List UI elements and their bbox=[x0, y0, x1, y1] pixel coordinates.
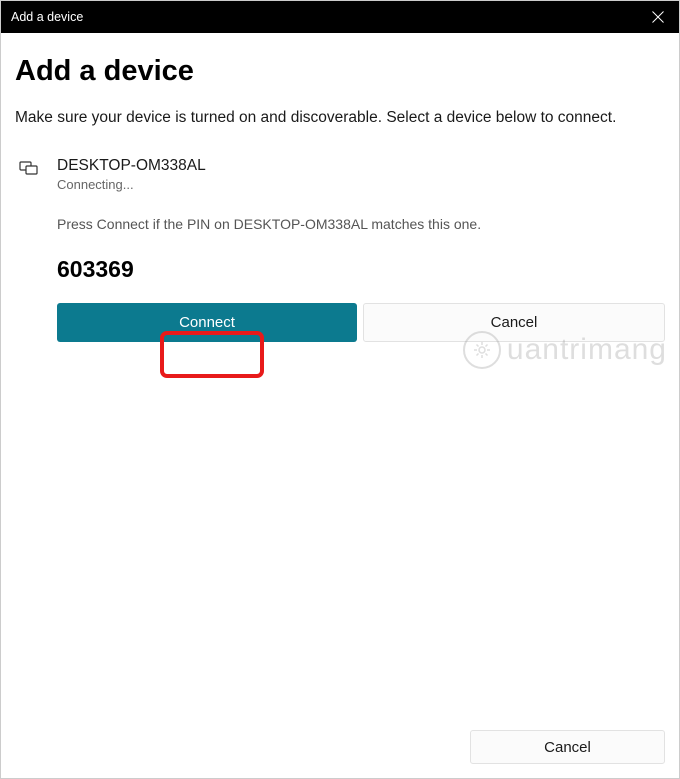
cancel-button[interactable]: Cancel bbox=[363, 303, 665, 342]
footer-cancel-button[interactable]: Cancel bbox=[470, 730, 665, 764]
close-button[interactable] bbox=[637, 1, 679, 33]
connect-button[interactable]: Connect bbox=[57, 303, 357, 342]
pin-code: 603369 bbox=[57, 256, 665, 283]
dialog-footer: Cancel bbox=[470, 730, 665, 764]
close-icon bbox=[652, 11, 664, 23]
titlebar: Add a device bbox=[1, 1, 679, 33]
pin-instruction: Press Connect if the PIN on DESKTOP-OM33… bbox=[57, 216, 665, 232]
device-info: DESKTOP-OM338AL Connecting... Press Conn… bbox=[57, 157, 665, 342]
dialog-content: Add a device Make sure your device is tu… bbox=[1, 33, 679, 342]
page-title: Add a device bbox=[15, 55, 665, 88]
page-subheading: Make sure your device is turned on and d… bbox=[15, 106, 665, 129]
device-name: DESKTOP-OM338AL bbox=[57, 157, 665, 175]
button-row: Connect Cancel bbox=[57, 303, 665, 342]
titlebar-title: Add a device bbox=[11, 10, 637, 24]
device-icon bbox=[19, 159, 39, 179]
device-status: Connecting... bbox=[57, 177, 665, 192]
device-item[interactable]: DESKTOP-OM338AL Connecting... Press Conn… bbox=[15, 157, 665, 342]
